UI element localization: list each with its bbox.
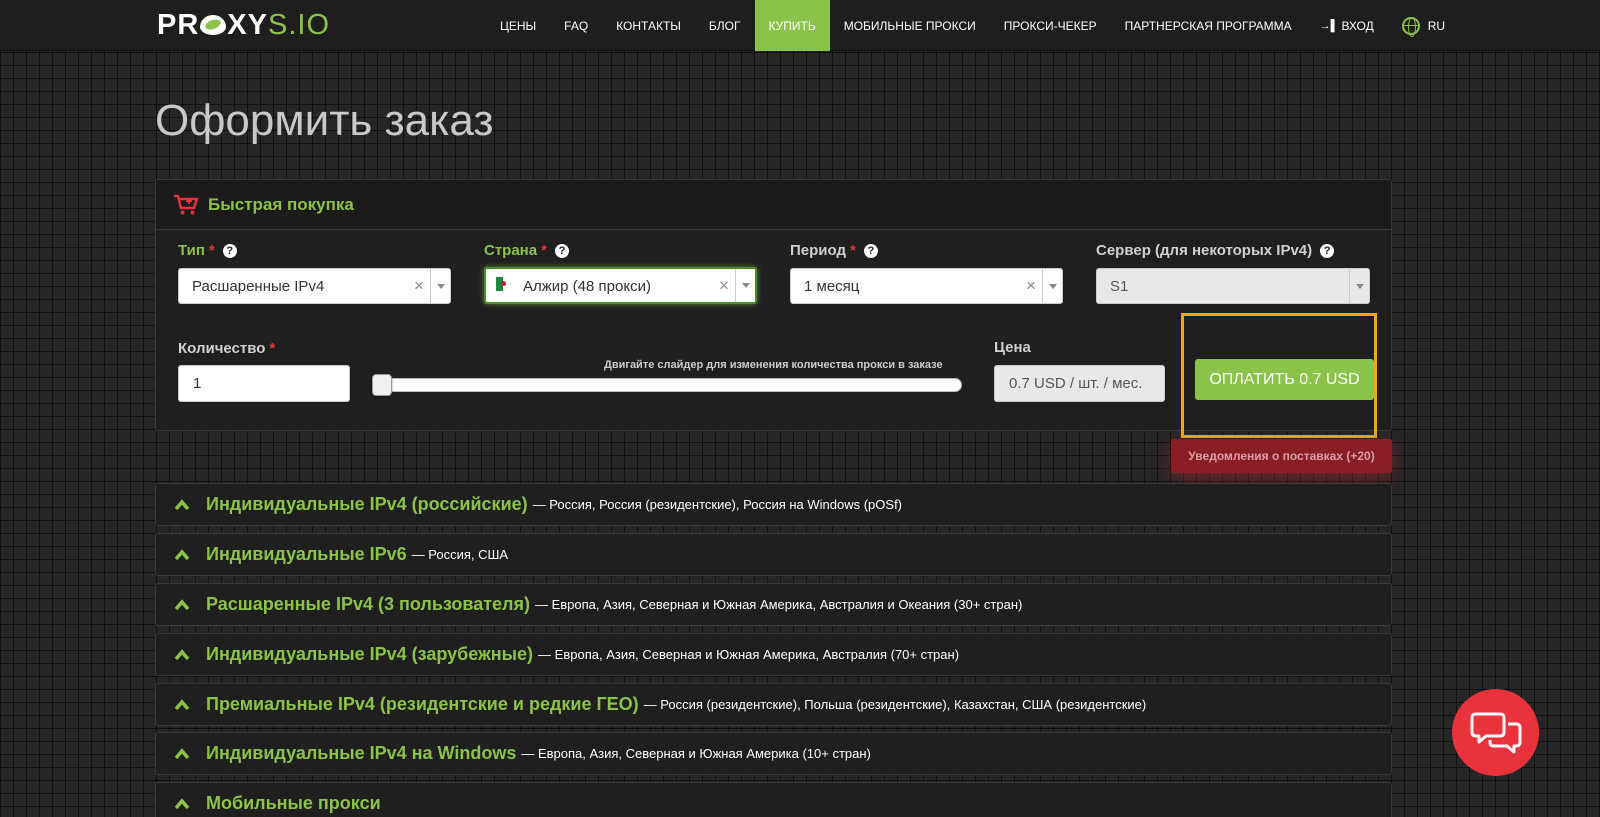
category-item[interactable]: Индивидуальные IPv4 (зарубежные) — Европ… [155, 633, 1392, 676]
required-mark: * [208, 242, 215, 259]
category-desc: — Россия, Россия (резидентские), Россия … [532, 497, 903, 512]
clear-icon[interactable]: × [408, 276, 430, 296]
category-item[interactable]: Индивидуальные IPv4 (российские) — Росси… [155, 483, 1392, 526]
nav-prices[interactable]: ЦЕНЫ [486, 0, 550, 51]
period-label: Период * ? [790, 242, 878, 259]
period-select-value: 1 месяц [804, 277, 860, 295]
logo-text-part2: XY [227, 8, 268, 41]
logo-text-part1: PR [157, 8, 200, 41]
chevron-up-icon [174, 747, 190, 759]
nav-language[interactable]: RU [1388, 0, 1459, 51]
server-label: Сервер (для некоторых IPv4) ? [1096, 242, 1335, 259]
server-select-value: S1 [1110, 277, 1129, 295]
pay-button[interactable]: ОПЛАТИТЬ 0.7 USD [1195, 359, 1374, 400]
country-select[interactable]: Алжир (48 прокси) × [484, 267, 757, 304]
nav-buy[interactable]: КУПИТЬ [754, 0, 830, 51]
quantity-slider[interactable] [372, 378, 962, 392]
slider-handle[interactable] [372, 374, 392, 396]
help-icon[interactable]: ? [863, 243, 878, 258]
country-select-value: Алжир (48 прокси) [523, 277, 651, 295]
top-navbar: PR XY S.IO ЦЕНЫ FAQ КОНТАКТЫ БЛОГ КУПИТЬ… [0, 0, 1600, 51]
category-item[interactable]: Расшаренные IPv4 (3 пользователя) — Евро… [155, 583, 1392, 626]
logo-text-part3: S.IO [267, 8, 330, 41]
category-item[interactable]: Премиальные IPv4 (резидентские и редкие … [155, 683, 1392, 726]
nav-login-label: ВХОД [1341, 18, 1374, 33]
price-field: 0.7 USD / шт. / мес. [994, 365, 1165, 402]
required-mark: * [541, 242, 547, 259]
algeria-flag-icon [496, 276, 510, 291]
chevron-down-icon[interactable] [1042, 269, 1062, 303]
chat-bubbles-icon [1470, 712, 1521, 753]
main-nav: ЦЕНЫ FAQ КОНТАКТЫ БЛОГ КУПИТЬ МОБИЛЬНЫЕ … [486, 0, 1459, 51]
cart-icon [174, 194, 199, 214]
category-title: Индивидуальные IPv4 (российские) [206, 494, 528, 514]
category-title: Индивидуальные IPv4 (зарубежные) [206, 644, 534, 664]
help-icon[interactable]: ? [222, 243, 237, 258]
clear-icon[interactable]: × [713, 276, 735, 296]
chevron-up-icon [174, 648, 190, 660]
nav-contacts[interactable]: КОНТАКТЫ [602, 0, 695, 51]
quantity-label-text: Количество [178, 340, 266, 357]
period-select[interactable]: 1 месяц × [790, 268, 1063, 304]
type-select-value: Расшаренные IPv4 [192, 277, 325, 295]
period-label-text: Период [790, 242, 846, 259]
country-label-text: Страна [484, 242, 538, 259]
page-title: Оформить заказ [155, 96, 494, 145]
category-desc: — Европа, Азия, Северная и Южная Америка… [538, 647, 960, 662]
chat-button[interactable] [1452, 689, 1539, 776]
category-item[interactable]: Индивидуальные IPv6 — Россия, США [155, 533, 1392, 576]
chevron-down-icon[interactable] [1349, 269, 1369, 303]
quick-buy-header: Быстрая покупка [156, 180, 1391, 230]
nav-login[interactable]: →▌ ВХОД [1306, 0, 1388, 51]
nav-mobile-proxy[interactable]: МОБИЛЬНЫЕ ПРОКСИ [830, 0, 990, 51]
type-label: Тип * ? [178, 242, 237, 259]
leaf-icon [200, 15, 227, 35]
chevron-down-icon[interactable] [735, 269, 755, 302]
category-title: Мобильные прокси [206, 793, 381, 813]
login-icon: →▌ [1319, 19, 1339, 32]
globe-icon [1401, 16, 1420, 37]
required-mark: * [269, 340, 276, 357]
slider-hint: Двигайте слайдер для изменения количеств… [604, 359, 943, 371]
chevron-down-icon[interactable] [430, 269, 450, 303]
category-desc: — Европа, Азия, Северная и Южная Америка… [521, 746, 871, 761]
category-title: Расшаренные IPv4 (3 пользователя) [206, 594, 530, 614]
clear-icon[interactable]: × [1020, 276, 1042, 296]
required-mark: * [850, 242, 856, 259]
quick-buy-title: Быстрая покупка [208, 194, 354, 214]
help-icon[interactable]: ? [554, 243, 569, 258]
country-select-value-wrap: Алжир (48 прокси) [486, 276, 713, 295]
category-title: Индивидуальные IPv6 [206, 544, 407, 564]
nav-language-label: RU [1427, 18, 1446, 33]
quantity-input[interactable]: 1 [178, 365, 350, 402]
nav-proxy-checker[interactable]: ПРОКСИ-ЧЕКЕР [990, 0, 1111, 51]
nav-faq[interactable]: FAQ [550, 0, 602, 51]
category-title: Индивидуальные IPv4 на Windows [206, 743, 517, 763]
help-icon[interactable]: ? [1320, 243, 1335, 258]
price-label: Цена [994, 339, 1031, 356]
category-desc: — Россия, США [411, 547, 509, 562]
type-label-text: Тип [178, 242, 205, 259]
server-select[interactable]: S1 [1096, 268, 1370, 304]
server-label-text: Сервер (для некоторых IPv4) [1096, 242, 1313, 259]
category-item[interactable]: Мобильные прокси [155, 782, 1392, 817]
category-desc: — Россия (резидентские), Польша (резиден… [643, 697, 1147, 712]
category-desc: — Европа, Азия, Северная и Южная Америка… [534, 597, 1023, 612]
chevron-up-icon [174, 797, 190, 809]
nav-partner-program[interactable]: ПАРТНЕРСКАЯ ПРОГРАММА [1111, 0, 1306, 51]
quantity-label: Количество * [178, 340, 275, 357]
category-item[interactable]: Индивидуальные IPv4 на Windows — Европа,… [155, 732, 1392, 775]
nav-blog[interactable]: БЛОГ [695, 0, 755, 51]
price-label-text: Цена [994, 339, 1031, 356]
chevron-up-icon [174, 498, 190, 510]
chevron-up-icon [174, 548, 190, 560]
type-select[interactable]: Расшаренные IPv4 × [178, 268, 451, 304]
chevron-up-icon [174, 598, 190, 610]
site-logo[interactable]: PR XY S.IO [157, 8, 330, 41]
country-label: Страна * ? [484, 242, 569, 259]
chevron-up-icon [174, 698, 190, 710]
notify-button[interactable]: Уведомления о поставках (+20) [1171, 439, 1392, 473]
category-title: Премиальные IPv4 (резидентские и редкие … [206, 694, 639, 714]
